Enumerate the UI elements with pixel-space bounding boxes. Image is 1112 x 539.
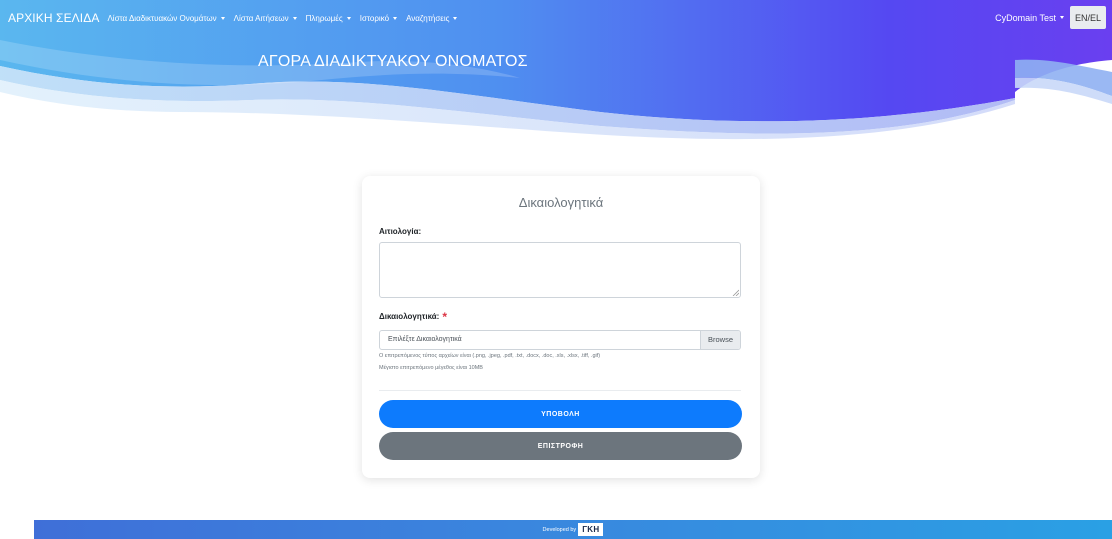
developer-logo: ΓΚΗ (578, 523, 604, 536)
card-title: Δικαιολογητικά (518, 195, 604, 210)
back-button[interactable]: ΕΠΙΣΤΡΟΦΗ (379, 432, 742, 460)
browse-button[interactable]: Browse (700, 331, 740, 349)
caret-down-icon (220, 16, 225, 20)
caret-down-icon (292, 16, 297, 20)
nav-item-label: Αναζητήσεις (406, 13, 450, 23)
developer-logo-text: ΓΚΗ (582, 525, 600, 534)
required-asterisk: * (442, 310, 448, 324)
justification-label: Αιτιολογία: (379, 227, 422, 236)
footer-developed-by: Developed by (542, 526, 577, 533)
documents-file-input[interactable]: Επιλέξτε Δικαιολογητικά Browse (379, 330, 741, 350)
nav-domain-list[interactable]: Λίστα Διαδικτυακών Ονομάτων (107, 13, 225, 23)
brand-home-link[interactable]: ΑΡΧΙΚΗ ΣΕΛΙΔΑ (8, 11, 99, 25)
file-input-placeholder: Επιλέξτε Δικαιολογητικά (388, 336, 462, 343)
resize-grip-icon[interactable] (732, 289, 739, 296)
nav-item-label: Λίστα Διαδικτυακών Ονομάτων (107, 13, 217, 23)
user-menu[interactable]: CyDomain Test (995, 13, 1064, 23)
form-divider (379, 390, 741, 391)
navbar-right: CyDomain Test EN/EL (995, 6, 1106, 29)
page-title: ΑΓΟΡΑ ΔΙΑΔΙΚΤΥΑΚΟΥ ΟΝΟΜΑΤΟΣ (258, 53, 528, 70)
hero-header: ΑΡΧΙΚΗ ΣΕΛΙΔΑ Λίστα Διαδικτυακών Ονομάτω… (0, 0, 1112, 140)
caret-down-icon (1060, 16, 1064, 19)
user-name: CyDomain Test (995, 12, 1056, 23)
max-file-size-help: Μέγιστο επιτρεπόμενο μέγεθος είναι 10MB (379, 365, 483, 371)
nav-applications-list[interactable]: Λίστα Αιτήσεων (234, 14, 297, 23)
justification-textarea[interactable] (379, 242, 741, 298)
caret-down-icon (453, 16, 458, 20)
documents-form-card: Δικαιολογητικά Αιτιολογία: Δικαιολογητικ… (362, 176, 760, 478)
nav-item-label: Πληρωμές (305, 13, 343, 23)
nav-item-label: Λίστα Αιτήσεων (233, 13, 289, 23)
language-toggle-button[interactable]: EN/EL (1070, 6, 1106, 29)
documents-label-text: Δικαιολογητικά: (379, 312, 440, 321)
caret-down-icon (346, 16, 351, 20)
main-nav-menu: Λίστα Διαδικτυακών Ονομάτων Λίστα Αιτήσε… (107, 14, 466, 23)
allowed-file-types-help: Ο επιτρεπόμενος τύπος αρχείων είναι (.pn… (379, 353, 601, 359)
top-navbar: ΑΡΧΙΚΗ ΣΕΛΙΔΑ Λίστα Διαδικτυακών Ονομάτω… (0, 0, 1112, 36)
footer: Developed by ΓΚΗ (34, 520, 1112, 539)
nav-searches[interactable]: Αναζητήσεις (406, 13, 458, 23)
nav-history[interactable]: Ιστορικό (359, 13, 398, 23)
documents-label: Δικαιολογητικά: * (379, 308, 448, 324)
caret-down-icon (393, 16, 398, 20)
nav-payments[interactable]: Πληρωμές (306, 14, 351, 23)
nav-item-label: Ιστορικό (359, 13, 390, 23)
submit-button[interactable]: ΥΠΟΒΟΛΗ (379, 400, 742, 428)
